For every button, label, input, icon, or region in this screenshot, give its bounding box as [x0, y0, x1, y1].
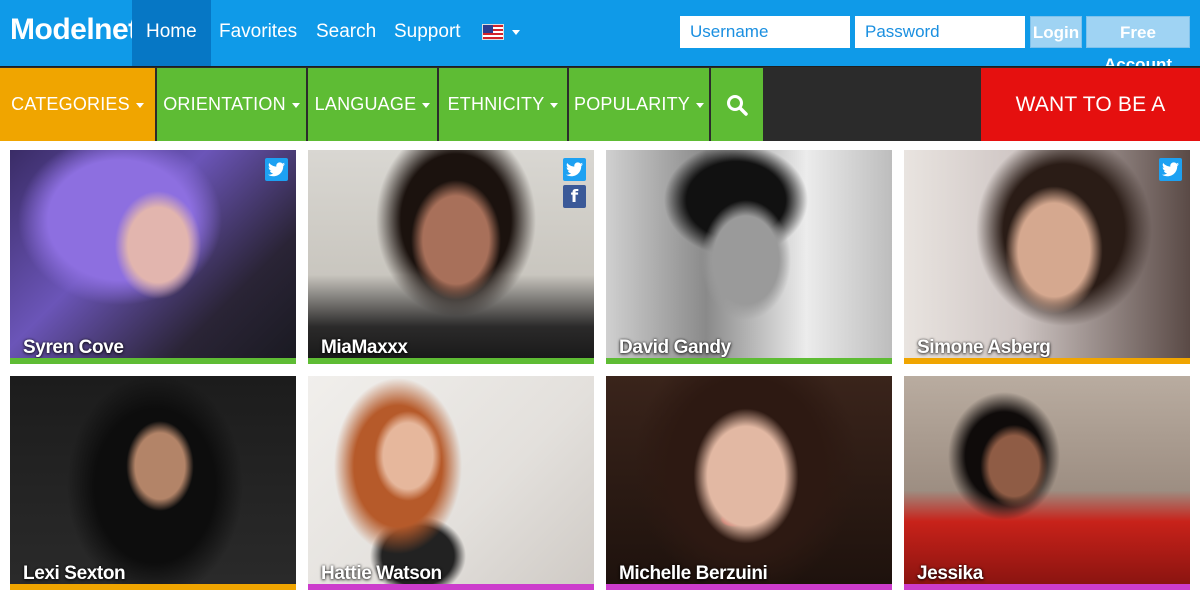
model-name[interactable]: Simone Asberg — [917, 337, 1051, 359]
category-color-bar — [10, 358, 296, 364]
model-name[interactable]: Michelle Berzuini — [619, 563, 768, 585]
model-card[interactable]: Simone Asberg — [904, 150, 1190, 364]
orientation-dropdown[interactable]: ORIENTATION — [157, 68, 306, 141]
nav-support[interactable]: Support — [380, 0, 475, 66]
nav-search[interactable]: Search — [302, 0, 390, 66]
model-photo[interactable] — [904, 376, 1190, 584]
model-photo[interactable] — [308, 376, 594, 584]
categories-dropdown[interactable]: CATEGORIES — [0, 68, 155, 141]
model-card[interactable]: Hattie Watson — [308, 376, 594, 590]
want-to-be-model-button[interactable]: WANT TO BE A MODEL? — [981, 68, 1200, 189]
chevron-down-icon — [550, 102, 559, 108]
model-card[interactable]: Michelle Berzuini — [606, 376, 892, 590]
twitter-icon[interactable] — [265, 158, 288, 181]
model-name[interactable]: MiaMaxxx — [321, 337, 408, 359]
chevron-down-icon — [291, 102, 300, 108]
model-photo[interactable] — [904, 150, 1190, 358]
model-photo[interactable] — [10, 376, 296, 584]
nav-favorites[interactable]: Favorites — [205, 0, 311, 66]
language-label: LANGUAGE — [314, 94, 417, 114]
orientation-label: ORIENTATION — [163, 94, 286, 114]
ethnicity-label: ETHNICITY — [447, 94, 545, 114]
nav-home[interactable]: Home — [132, 0, 211, 66]
model-name[interactable]: Hattie Watson — [321, 563, 442, 585]
category-search-button[interactable] — [711, 68, 763, 141]
chevron-down-icon — [696, 102, 705, 108]
model-photo[interactable] — [606, 150, 892, 358]
model-name[interactable]: Jessika — [917, 563, 983, 585]
model-photo[interactable] — [606, 376, 892, 584]
chevron-down-icon — [422, 102, 431, 108]
chevron-down-icon[interactable] — [512, 30, 520, 35]
twitter-icon[interactable] — [563, 158, 586, 181]
top-navbar: Modelnet Home Favorites Search Support L… — [0, 0, 1200, 74]
category-color-bar — [10, 584, 296, 590]
categories-label: CATEGORIES — [11, 94, 130, 114]
category-color-bar — [606, 358, 892, 364]
us-flag-icon[interactable] — [482, 24, 504, 40]
model-name[interactable]: Lexi Sexton — [23, 563, 126, 585]
model-card[interactable]: Syren Cove — [10, 150, 296, 364]
model-card[interactable]: Jessika — [904, 376, 1190, 590]
category-bar: CATEGORIES ORIENTATION LANGUAGE ETHNICIT… — [0, 66, 1200, 189]
username-input[interactable] — [680, 16, 850, 48]
brand-logo[interactable]: Modelnet — [10, 13, 138, 47]
category-color-bar — [904, 584, 1190, 590]
category-color-bar — [308, 358, 594, 364]
category-color-bar — [606, 584, 892, 590]
language-dropdown[interactable]: LANGUAGE — [308, 68, 437, 141]
model-card[interactable]: f MiaMaxxx — [308, 150, 594, 364]
popularity-label: POPULARITY — [573, 94, 691, 114]
free-account-button[interactable]: Free Account — [1086, 16, 1190, 74]
twitter-icon[interactable] — [1159, 158, 1182, 181]
model-photo[interactable] — [10, 150, 296, 358]
category-color-bar — [308, 584, 594, 590]
model-card[interactable]: David Gandy — [606, 150, 892, 364]
facebook-icon[interactable]: f — [563, 185, 586, 208]
popularity-dropdown[interactable]: POPULARITY — [569, 68, 709, 141]
search-icon — [727, 95, 748, 116]
login-button[interactable]: Login — [1030, 16, 1082, 48]
ethnicity-dropdown[interactable]: ETHNICITY — [439, 68, 567, 141]
password-input[interactable] — [855, 16, 1025, 48]
model-name[interactable]: David Gandy — [619, 337, 731, 359]
model-name[interactable]: Syren Cove — [23, 337, 124, 359]
model-card[interactable]: Lexi Sexton — [10, 376, 296, 590]
category-color-bar — [904, 358, 1190, 364]
model-photo[interactable] — [308, 150, 594, 358]
chevron-down-icon — [135, 102, 144, 108]
